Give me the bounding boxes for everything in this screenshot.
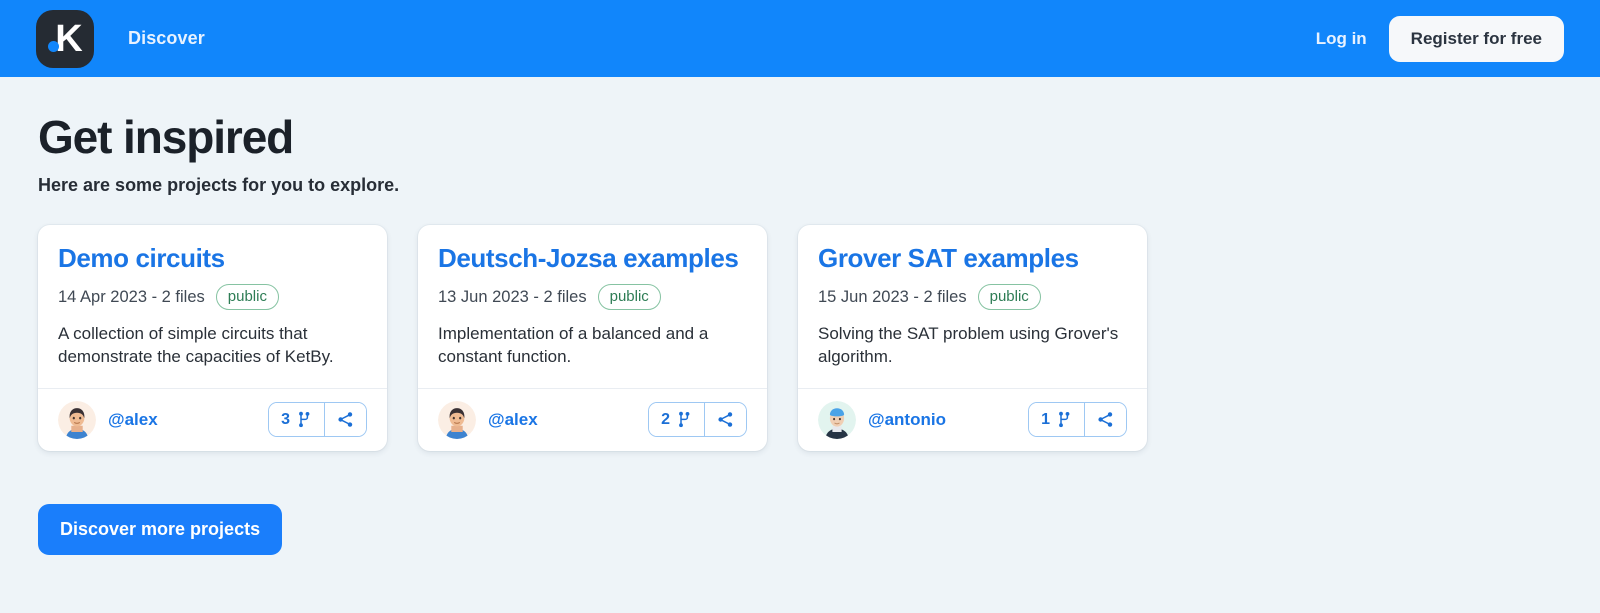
project-description: Implementation of a balanced and a const… — [438, 324, 709, 366]
fork-count: 3 — [281, 410, 290, 428]
project-card-footer: @alex 3 — [38, 387, 387, 451]
project-description: Solving the SAT problem using Grover's a… — [818, 324, 1119, 366]
project-card[interactable]: Grover SAT examples 15 Jun 2023 - 2 file… — [798, 225, 1147, 451]
project-card-footer: @antonio 1 — [798, 387, 1147, 451]
project-title-link[interactable]: Deutsch-Jozsa examples — [438, 242, 747, 275]
share-icon — [337, 411, 354, 428]
author-username-link[interactable]: @antonio — [868, 410, 946, 430]
fork-count: 1 — [1041, 410, 1050, 428]
share-button[interactable] — [1085, 403, 1126, 437]
project-date-files: 15 Jun 2023 - 2 files — [818, 287, 967, 306]
project-card[interactable]: Deutsch-Jozsa examples 13 Jun 2023 - 2 f… — [418, 225, 767, 451]
project-date-files: 13 Jun 2023 - 2 files — [438, 287, 587, 306]
project-card-footer: @alex 2 — [418, 387, 767, 451]
project-card-body: Grover SAT examples 15 Jun 2023 - 2 file… — [798, 225, 1147, 387]
share-button[interactable] — [705, 403, 746, 437]
top-navigation-bar: K Discover Log in Register for free — [0, 0, 1600, 77]
discover-more-button[interactable]: Discover more projects — [38, 503, 283, 555]
project-card-body: Deutsch-Jozsa examples 13 Jun 2023 - 2 f… — [418, 225, 767, 387]
project-description: A collection of simple circuits that dem… — [58, 324, 334, 366]
logo-dot-icon — [48, 40, 59, 52]
project-actions: 2 — [648, 402, 747, 438]
project-meta-row: 13 Jun 2023 - 2 files public — [438, 283, 747, 311]
fork-button[interactable]: 1 — [1029, 403, 1085, 437]
fork-icon — [677, 411, 692, 428]
ketby-logo-icon[interactable]: K — [36, 9, 94, 68]
share-icon — [717, 411, 734, 428]
project-actions: 3 — [268, 402, 367, 438]
fork-icon — [1057, 411, 1072, 428]
project-author[interactable]: @alex — [58, 400, 158, 439]
project-actions: 1 — [1028, 402, 1127, 438]
page-content: Get inspired Here are some projects for … — [0, 77, 1600, 555]
register-button[interactable]: Register for free — [1388, 15, 1564, 62]
project-meta-row: 14 Apr 2023 - 2 files public — [58, 283, 367, 311]
fork-button[interactable]: 2 — [649, 403, 705, 437]
project-card-list: Demo circuits 14 Apr 2023 - 2 files publ… — [38, 225, 1562, 451]
project-title-link[interactable]: Grover SAT examples — [818, 242, 1127, 275]
project-card[interactable]: Demo circuits 14 Apr 2023 - 2 files publ… — [38, 225, 387, 451]
share-icon — [1097, 411, 1114, 428]
page-title: Get inspired — [38, 111, 294, 163]
author-username-link[interactable]: @alex — [488, 410, 538, 430]
project-title-link[interactable]: Demo circuits — [58, 242, 367, 275]
brand[interactable]: K — [36, 9, 94, 68]
author-username-link[interactable]: @alex — [108, 410, 158, 430]
nav-item-discover[interactable]: Discover — [128, 28, 205, 49]
visibility-badge: public — [215, 283, 279, 311]
primary-nav: Discover — [128, 28, 205, 49]
avatar — [818, 400, 856, 439]
avatar — [438, 400, 476, 439]
avatar — [58, 400, 96, 439]
fork-button[interactable]: 3 — [269, 403, 325, 437]
discover-more-wrap: Discover more projects — [38, 503, 1562, 555]
project-card-body: Demo circuits 14 Apr 2023 - 2 files publ… — [38, 225, 387, 387]
page-subtitle: Here are some projects for you to explor… — [38, 175, 400, 196]
project-date-files: 14 Apr 2023 - 2 files — [58, 287, 205, 306]
logo-letter: K — [55, 17, 82, 60]
visibility-badge: public — [977, 283, 1041, 311]
project-author[interactable]: @antonio — [818, 400, 946, 439]
login-link[interactable]: Log in — [1316, 29, 1367, 49]
project-meta-row: 15 Jun 2023 - 2 files public — [818, 283, 1127, 311]
share-button[interactable] — [325, 403, 366, 437]
fork-icon — [297, 411, 312, 428]
visibility-badge: public — [597, 283, 661, 311]
project-author[interactable]: @alex — [438, 400, 538, 439]
top-nav-actions: Log in Register for free — [1316, 15, 1564, 62]
fork-count: 2 — [661, 410, 670, 428]
